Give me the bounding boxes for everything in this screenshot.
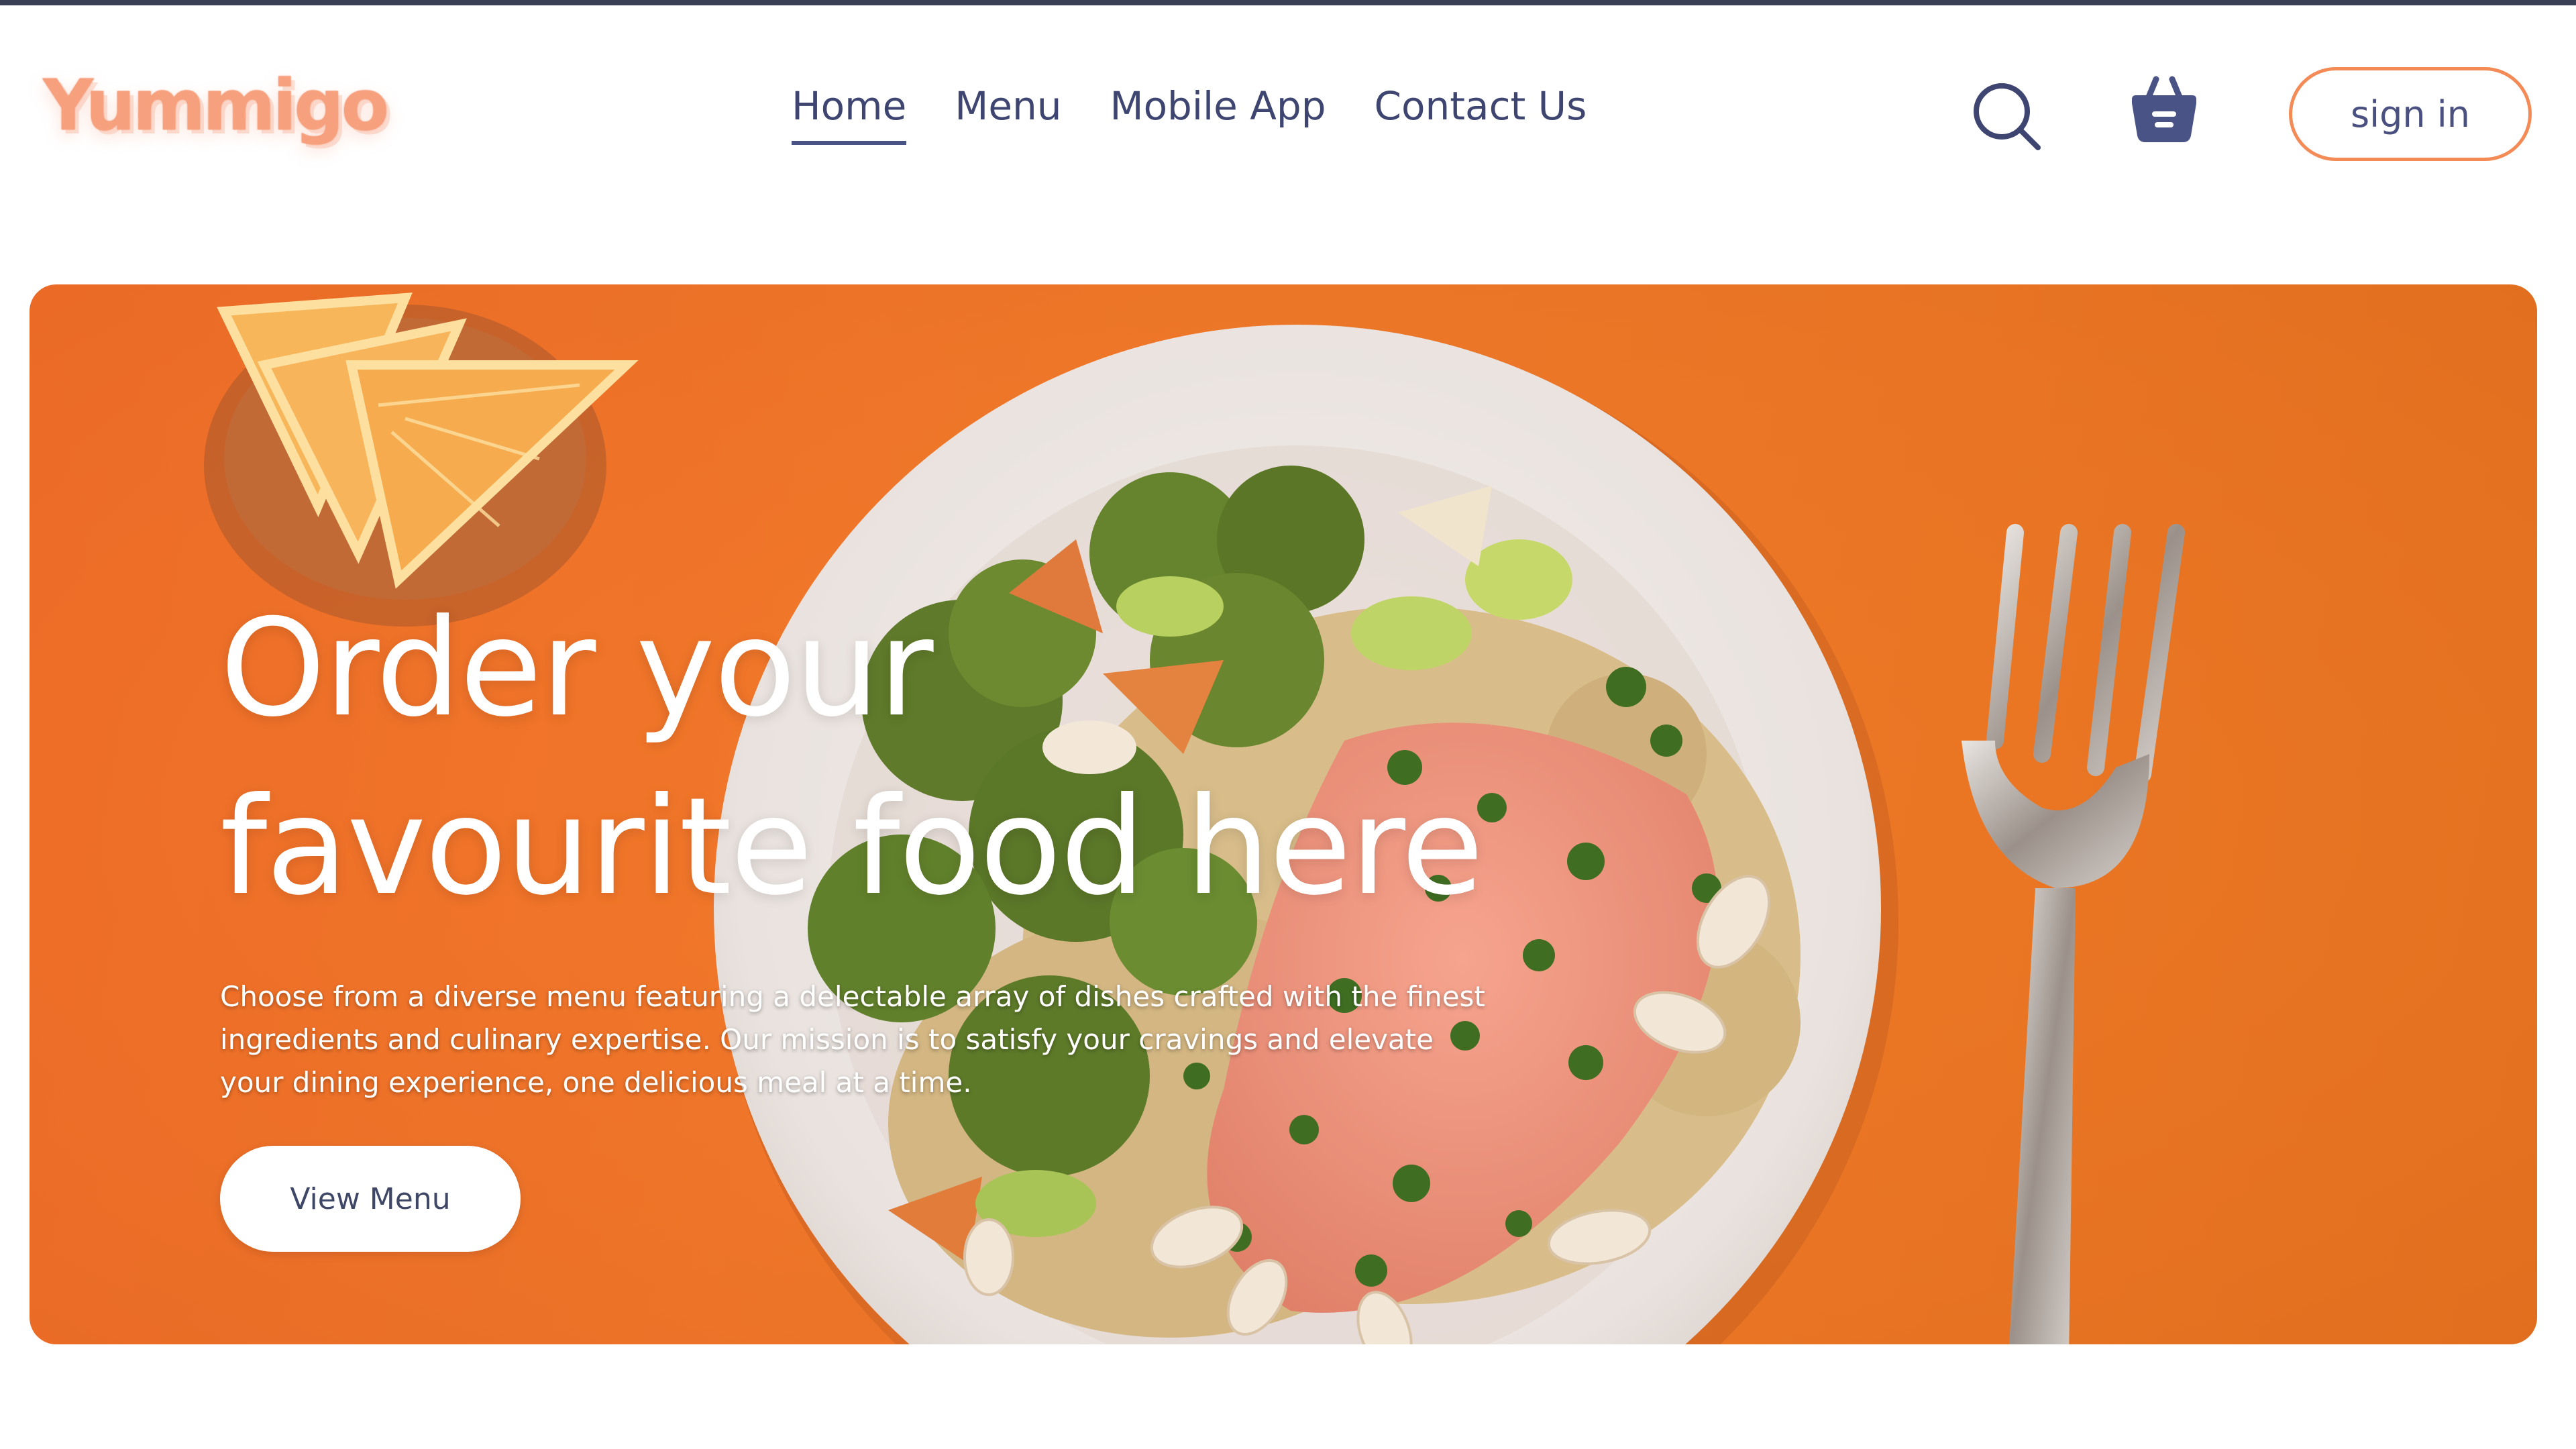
- view-menu-button[interactable]: View Menu: [220, 1146, 521, 1252]
- hero-title: Order your favourite food here: [220, 580, 1696, 936]
- top-border: [0, 0, 2576, 5]
- nav-link-home[interactable]: Home: [792, 83, 907, 145]
- sign-in-button[interactable]: sign in: [2289, 67, 2532, 161]
- navbar: Yummigo Home Menu Mobile App Contact Us …: [0, 5, 2576, 207]
- hero-title-line-1: Order your: [220, 590, 934, 747]
- hero-banner: Order your favourite food here Choose fr…: [30, 284, 2537, 1344]
- nav-link-menu[interactable]: Menu: [955, 83, 1061, 145]
- basket-icon: [2132, 76, 2196, 142]
- nav-links: Home Menu Mobile App Contact Us: [792, 83, 1587, 145]
- nav-link-contact-us[interactable]: Contact Us: [1375, 83, 1587, 145]
- nav-link-mobile-app[interactable]: Mobile App: [1110, 83, 1326, 145]
- search-button[interactable]: [1970, 79, 2043, 153]
- basket-button[interactable]: [2127, 72, 2202, 148]
- logo[interactable]: Yummigo: [43, 64, 389, 146]
- hero-description: Choose from a diverse menu featuring a d…: [220, 980, 1485, 1099]
- hero-title-line-2: favourite food here: [220, 769, 1484, 925]
- search-icon: [1974, 83, 2041, 150]
